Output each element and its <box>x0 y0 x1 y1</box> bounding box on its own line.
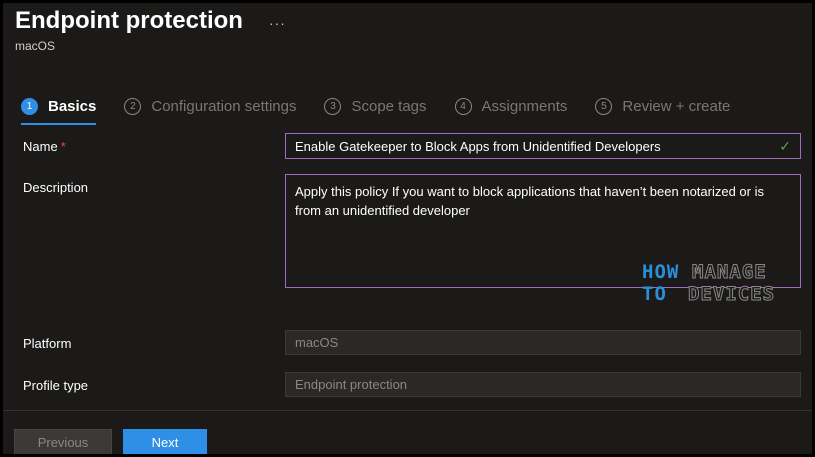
step-number-2: 2 <box>124 97 142 115</box>
description-field[interactable]: Apply this policy If you want to block a… <box>285 174 801 304</box>
footer-divider <box>3 410 812 411</box>
blade-panel: Endpoint protection ··· macOS 1 Basics 2… <box>3 3 812 454</box>
tab-label: Configuration settings <box>151 97 297 115</box>
description-field-value: Apply this policy If you want to block a… <box>295 184 764 218</box>
tab-label: Basics <box>48 97 97 115</box>
tab-assignments[interactable]: 4 Assignments <box>454 93 568 119</box>
more-options-icon[interactable]: ··· <box>269 15 286 31</box>
step-number-5: 5 <box>595 97 613 115</box>
tab-label: Scope tags <box>351 97 427 115</box>
watermark-to: TO <box>642 283 667 305</box>
page-subtitle: macOS <box>15 39 56 53</box>
step-number-4: 4 <box>454 97 472 115</box>
required-marker: * <box>60 139 66 154</box>
wizard-steps: 1 Basics 2 Configuration settings 3 Scop… <box>21 93 758 125</box>
checkmark-icon: ✓ <box>779 137 791 154</box>
name-field-value: Enable Gatekeeper to Block Apps from Uni… <box>295 138 661 154</box>
tab-label: Review + create <box>622 97 731 115</box>
watermark-how: HOW <box>642 261 680 283</box>
profile-type-field: Endpoint protection <box>285 372 801 397</box>
watermark-logo: HOW MANAGE TO DEVICES <box>642 261 788 309</box>
title-row: Endpoint protection ··· <box>15 7 286 35</box>
step-number-1: 1 <box>21 97 38 115</box>
platform-field: macOS <box>285 330 801 355</box>
tab-configuration-settings[interactable]: 2 Configuration settings <box>124 93 296 119</box>
name-label: Name * <box>23 139 66 154</box>
platform-label: Platform <box>23 336 72 351</box>
description-label: Description <box>23 180 89 195</box>
platform-field-value: macOS <box>295 335 339 350</box>
tab-label: Assignments <box>481 97 568 115</box>
tab-scope-tags[interactable]: 3 Scope tags <box>324 93 427 119</box>
tab-basics[interactable]: 1 Basics <box>21 93 97 125</box>
step-number-3: 3 <box>324 97 342 115</box>
tab-review-create[interactable]: 5 Review + create <box>595 93 730 119</box>
watermark-manage: MANAGE <box>692 261 767 283</box>
profile-type-label: Profile type <box>23 378 89 393</box>
page-title: Endpoint protection <box>15 7 243 34</box>
previous-button[interactable]: Previous <box>14 429 112 454</box>
name-label-text: Name <box>23 139 58 154</box>
watermark-devices: DEVICES <box>687 283 776 305</box>
name-field[interactable]: Enable Gatekeeper to Block Apps from Uni… <box>285 133 801 159</box>
next-button[interactable]: Next <box>123 429 207 454</box>
profile-type-field-value: Endpoint protection <box>295 377 408 392</box>
